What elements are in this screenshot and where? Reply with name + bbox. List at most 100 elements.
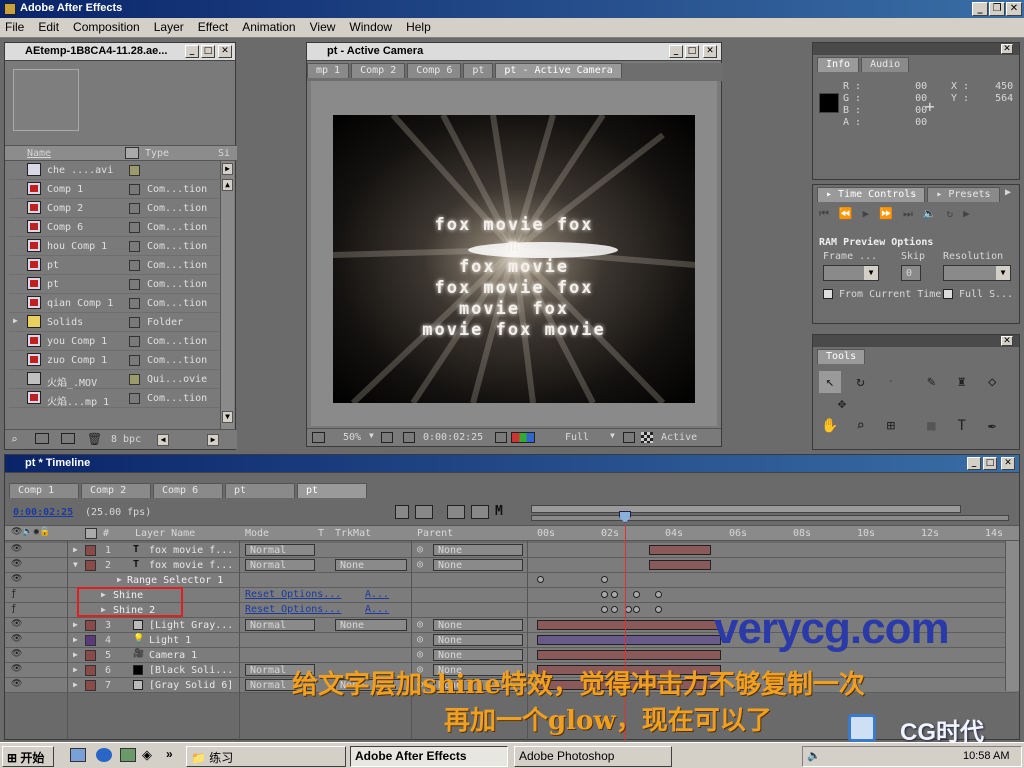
label-swatch[interactable] (129, 184, 140, 195)
safe-zones-icon[interactable] (381, 432, 393, 443)
zoom-tool-icon[interactable]: ⌕ (849, 415, 871, 437)
label-swatch[interactable] (129, 355, 140, 366)
ram-preview-icon[interactable]: ▶ (963, 207, 980, 220)
timeline-close[interactable]: ✕ (1001, 457, 1015, 470)
marker-icon[interactable]: M (495, 504, 503, 519)
project-item[interactable]: zuo Comp 1 Com...tion (9, 351, 219, 370)
header-name[interactable]: Name (27, 148, 51, 159)
menu-composition[interactable]: Composition (73, 20, 140, 37)
transparency-grid-icon[interactable] (641, 432, 653, 443)
from-current-checkbox[interactable] (823, 289, 833, 299)
layer-name[interactable]: Camera 1 (149, 650, 197, 661)
current-time-indicator-head[interactable] (619, 511, 631, 523)
selection-tool-icon[interactable]: ↖ (819, 371, 841, 393)
folder-twirl-icon[interactable]: ▶ (13, 316, 18, 325)
frame-rate-select[interactable]: ▼ (823, 265, 879, 281)
label-swatch[interactable] (129, 374, 140, 385)
project-maximize[interactable]: □ (201, 45, 215, 58)
next-frame-icon[interactable]: ⏩ (879, 207, 903, 220)
keyframe[interactable] (633, 606, 640, 613)
label-swatch[interactable] (129, 260, 140, 271)
minimize-button[interactable]: _ (972, 2, 988, 16)
label-swatch[interactable] (129, 393, 140, 404)
project-scrollbar[interactable]: ▶ ▲ ▼ (220, 161, 234, 429)
project-item[interactable]: pt Com...tion (9, 275, 219, 294)
rotate-tool-icon[interactable]: ↻ (849, 371, 871, 393)
trkmat-select[interactable]: None (335, 619, 407, 631)
menu-layer[interactable]: Layer (154, 20, 184, 37)
taskbar-item-after-effects[interactable]: Adobe After Effects (350, 746, 508, 767)
layer-twirl-icon[interactable]: ▼ (73, 560, 78, 569)
visibility-icon[interactable]: 👁 (11, 574, 22, 584)
label-swatch[interactable] (129, 203, 140, 214)
layer-name[interactable]: fox movie f... (149, 560, 233, 571)
effect-toggle-icon[interactable]: ƒ (11, 604, 16, 614)
visibility-icon[interactable]: 👁 (11, 619, 22, 629)
project-item[interactable]: 火焰_.MOV Qui...ovie (9, 370, 219, 389)
menu-window[interactable]: Window (349, 20, 392, 37)
layer-twirl-icon[interactable]: ▶ (73, 680, 78, 689)
layer-duration-bar[interactable] (537, 620, 721, 630)
property-twirl-icon[interactable]: ▶ (117, 575, 122, 584)
full-screen-checkbox[interactable] (943, 289, 953, 299)
layer-label-swatch[interactable] (85, 545, 96, 556)
menu-view[interactable]: View (310, 20, 336, 37)
layer-row[interactable]: 👁 ▼ 2 Tfox movie f... Normal None ◎ None (5, 558, 1017, 573)
frame-blending-icon[interactable] (471, 505, 489, 519)
zoom-dropdown-icon[interactable]: ▼ (369, 431, 374, 440)
motion-blur-icon[interactable] (447, 505, 465, 519)
project-close[interactable]: ✕ (218, 45, 232, 58)
quicklaunch-media-icon[interactable] (120, 748, 136, 762)
pickwhip-icon[interactable]: ◎ (417, 649, 423, 660)
layer-name[interactable]: [Black Soli... (149, 665, 233, 676)
volume-icon[interactable]: 🔈 (807, 749, 821, 762)
pickwhip-icon[interactable]: ◎ (417, 619, 423, 630)
viewer-tab[interactable]: Comp 2 (351, 63, 406, 78)
header-extra[interactable]: Si (218, 148, 230, 159)
grid-icon[interactable] (403, 432, 415, 443)
menu-help[interactable]: Help (406, 20, 431, 37)
keyframe[interactable] (611, 606, 618, 613)
find-icon[interactable]: ⌕ (11, 433, 18, 446)
keyframe[interactable] (655, 606, 662, 613)
orbit-camera-icon[interactable]: ✥ (831, 393, 853, 415)
viewer-tab[interactable]: pt - Active Camera (495, 63, 622, 78)
layer-label-swatch[interactable] (85, 635, 96, 646)
col-layer-name[interactable]: Layer Name (135, 528, 195, 539)
tab-info[interactable]: Info (817, 57, 860, 72)
menu-file[interactable]: File (5, 20, 24, 37)
timeline-minimize[interactable]: _ (967, 457, 981, 470)
viewer-tab[interactable]: mp 1 (307, 63, 350, 78)
close-button[interactable]: ✕ (1006, 2, 1022, 16)
visibility-icon[interactable]: 👁 (11, 634, 22, 644)
play-icon[interactable]: ▶ (863, 207, 880, 220)
menu-effect[interactable]: Effect (198, 20, 228, 37)
label-swatch[interactable] (129, 279, 140, 290)
live-update-icon[interactable] (395, 505, 409, 519)
reset-options-link[interactable]: Reset Options... (245, 589, 341, 600)
effect-toggle-icon[interactable]: ƒ (11, 589, 16, 599)
new-comp-icon[interactable] (61, 433, 75, 444)
parent-select[interactable]: None (433, 619, 523, 631)
skip-input[interactable]: 0 (901, 265, 921, 281)
resolution-select[interactable]: ▼ (943, 265, 1011, 281)
menu-edit[interactable]: Edit (38, 20, 59, 37)
quicklaunch-more-icon[interactable]: » (166, 747, 173, 761)
project-item[interactable]: Comp 6 Com...tion (9, 218, 219, 237)
maximize-button[interactable]: ❐ (989, 2, 1005, 16)
project-minimize[interactable]: _ (185, 45, 199, 58)
visibility-icon[interactable]: 👁 (11, 649, 22, 659)
keyframe[interactable] (601, 606, 608, 613)
parent-select[interactable]: None (433, 559, 523, 571)
draft-3d-icon[interactable] (415, 505, 433, 519)
trkmat-select[interactable]: None (335, 559, 407, 571)
clock[interactable]: 10:58 AM (963, 750, 1009, 762)
keyframe[interactable] (601, 576, 608, 583)
camera-tool-icon[interactable]: · (880, 371, 902, 393)
type-tool-icon[interactable]: T (951, 415, 973, 437)
blend-mode-select[interactable]: Normal (245, 544, 315, 556)
region-icon[interactable] (623, 432, 635, 443)
timeline-tab[interactable]: Comp 6 (153, 483, 223, 498)
project-item[interactable]: you Comp 1 Com...tion (9, 332, 219, 351)
layer-row[interactable]: 👁 ▶ 1 Tfox movie f... Normal ◎ None (5, 543, 1017, 558)
